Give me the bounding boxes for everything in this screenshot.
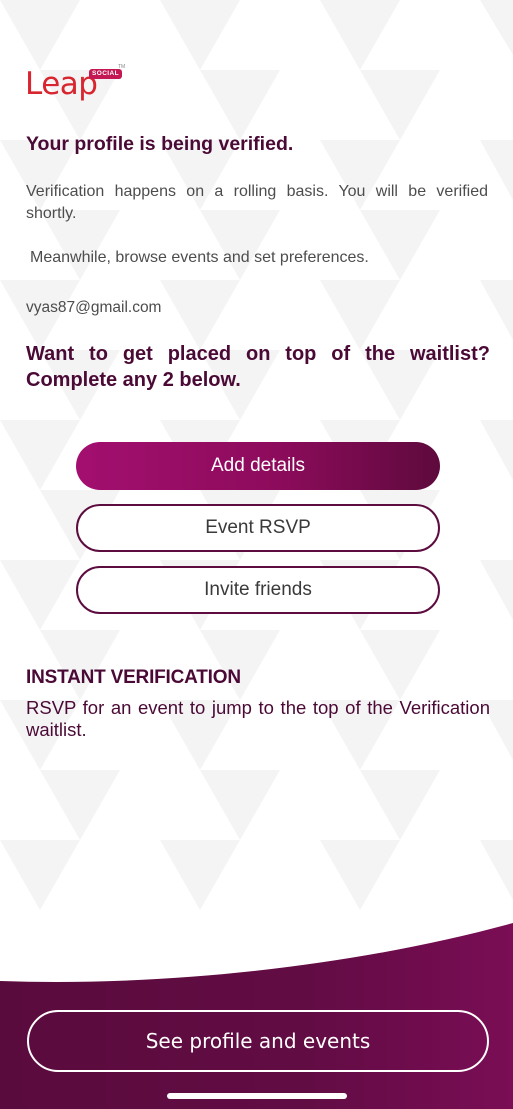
event-rsvp-button[interactable]: Event RSVP <box>76 504 440 552</box>
leap-social-logo: Leap SOCIAL TM <box>25 64 135 108</box>
instant-verification-text: RSVP for an event to jump to the top of … <box>26 697 490 740</box>
verification-title: Your profile is being verified. <box>26 133 294 155</box>
home-indicator <box>167 1093 347 1099</box>
waitlist-heading: Want to get placed on top of the waitlis… <box>26 343 490 391</box>
instant-verification-heading: INSTANT VERIFICATION <box>26 667 241 688</box>
logo-trademark: TM <box>118 64 126 70</box>
add-details-button[interactable]: Add details <box>76 442 440 490</box>
browse-hint: Meanwhile, browse events and set prefere… <box>30 249 369 266</box>
verification-description: Verification happens on a rolling basis.… <box>26 183 488 222</box>
invite-friends-button[interactable]: Invite friends <box>76 566 440 614</box>
see-profile-and-events-button[interactable]: See profile and events <box>27 1010 489 1072</box>
logo-wordmark: Leap <box>25 66 98 102</box>
logo-social-badge: SOCIAL <box>89 69 122 79</box>
user-email: vyas87@gmail.com <box>26 299 162 316</box>
